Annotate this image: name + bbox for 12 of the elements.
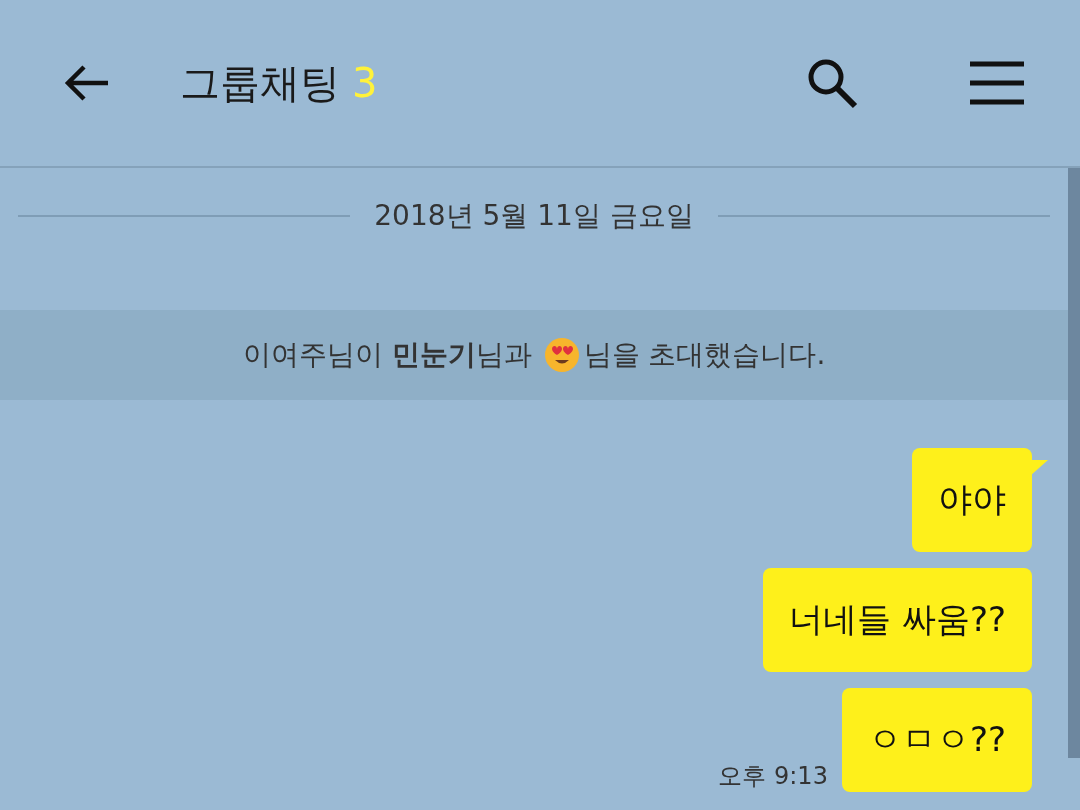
message-bubble: 야야 bbox=[912, 448, 1032, 552]
invite-text: 이여주님이 민눈기님과 bbox=[242, 337, 532, 373]
message-time: 오후 9:13 bbox=[718, 761, 828, 792]
scrollbar[interactable] bbox=[1068, 168, 1080, 758]
message-bubble: ㅇㅁㅇ?? bbox=[841, 688, 1032, 792]
invite-text-end: 님을 초대했습니다. bbox=[583, 337, 826, 373]
heart-eyes-emoji-icon bbox=[543, 337, 580, 373]
date-divider: 2018년 5월 11일 금요일 bbox=[374, 198, 694, 234]
message-bubble: 너네들 싸움?? bbox=[763, 568, 1032, 672]
member-count: 3 bbox=[352, 60, 378, 106]
menu-icon[interactable] bbox=[970, 61, 1024, 105]
chat-title: 그룹채팅 bbox=[180, 58, 340, 108]
